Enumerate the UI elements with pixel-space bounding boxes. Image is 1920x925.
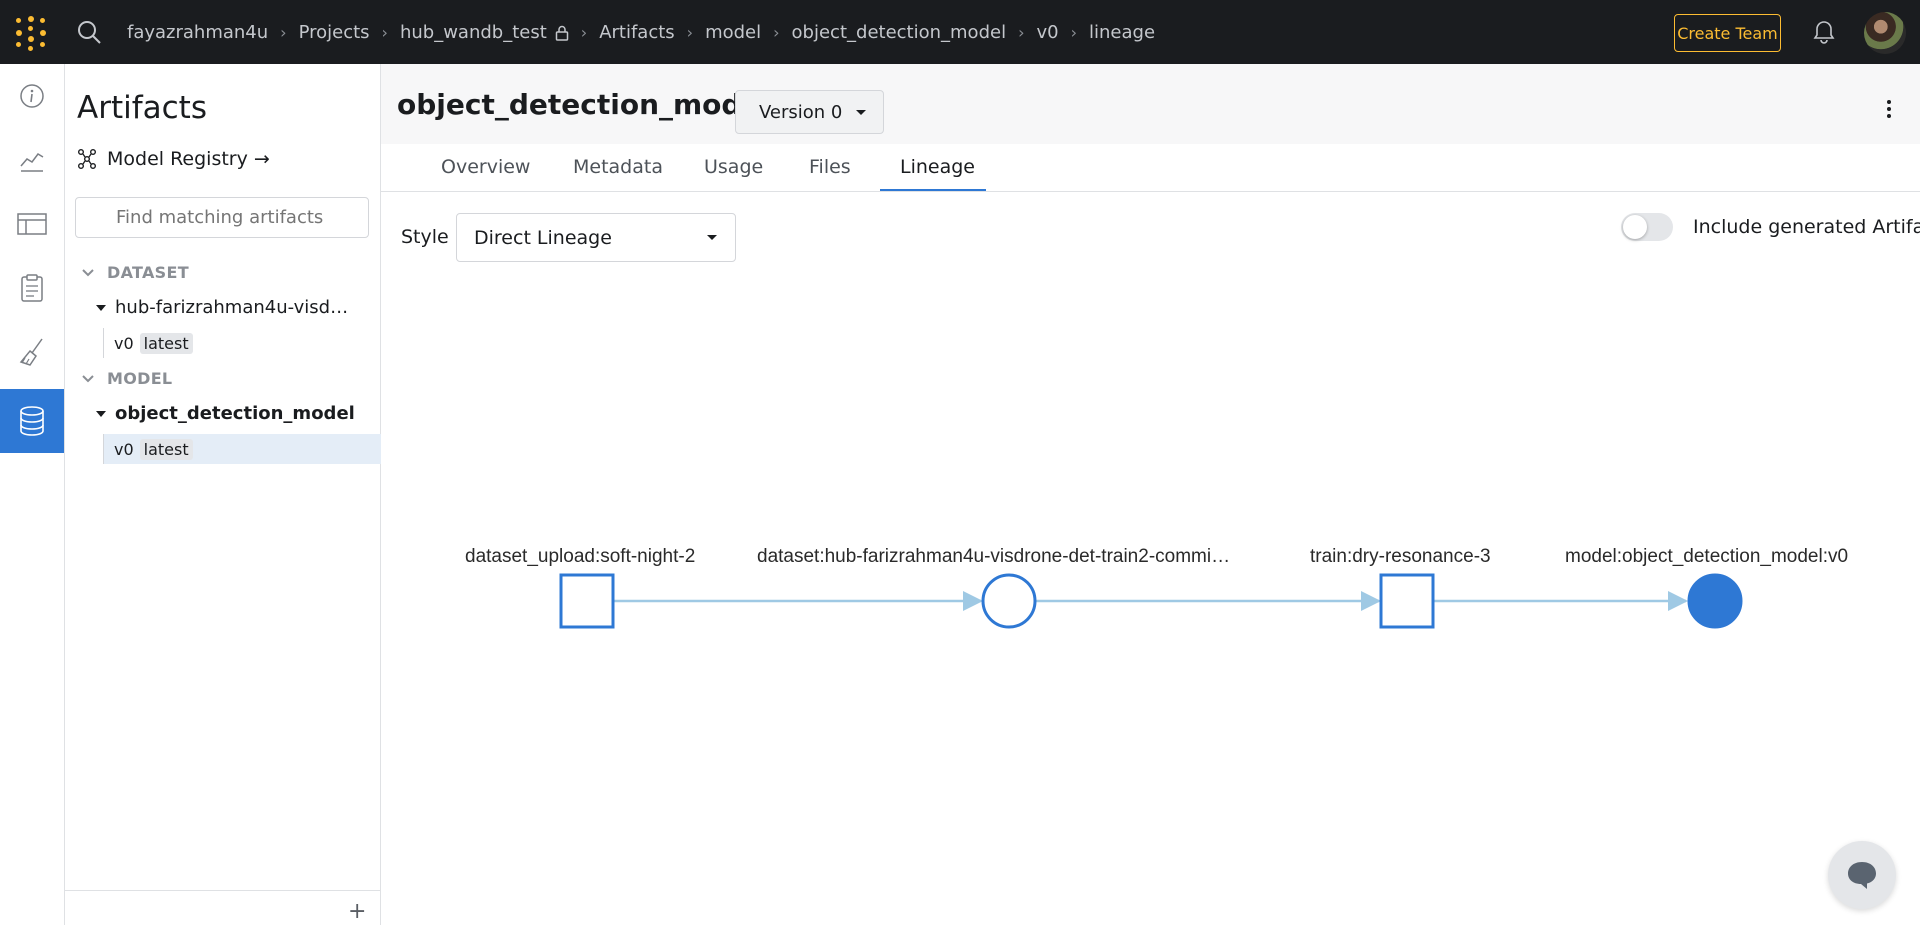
support-chat-button[interactable] xyxy=(1828,841,1896,909)
rail-reports[interactable] xyxy=(0,256,64,320)
breadcrumb-tab[interactable]: lineage xyxy=(1089,22,1155,43)
section-dataset-header[interactable]: DATASET xyxy=(81,263,189,282)
rail-charts[interactable] xyxy=(0,128,64,192)
avatar[interactable] xyxy=(1864,12,1906,54)
collection-model[interactable]: object_detection_model xyxy=(95,403,355,424)
alias-tag: latest xyxy=(139,332,193,354)
lineage-node-label[interactable]: train:dry-resonance-3 xyxy=(1310,546,1491,568)
collection-dataset[interactable]: hub-farizrahman4u-visd… xyxy=(95,297,348,318)
tab-usage[interactable]: Usage xyxy=(704,156,763,178)
tab-lineage[interactable]: Lineage xyxy=(900,156,975,178)
info-icon xyxy=(20,84,44,108)
create-team-button[interactable]: Create Team xyxy=(1674,14,1781,52)
include-generated-toggle[interactable] xyxy=(1621,213,1673,241)
version-row-dataset[interactable]: v0 latest xyxy=(103,328,381,358)
table-icon xyxy=(17,213,47,235)
chevron-right-icon: › xyxy=(1018,22,1025,42)
tab-overview[interactable]: Overview xyxy=(441,156,530,178)
artifact-search-input[interactable] xyxy=(75,197,369,238)
breadcrumb-version[interactable]: v0 xyxy=(1036,22,1058,43)
caret-down-icon xyxy=(856,109,867,115)
breadcrumb-type[interactable]: model xyxy=(705,22,761,43)
tab-metadata[interactable]: Metadata xyxy=(573,156,663,178)
breadcrumb-project[interactable]: hub_wandb_test xyxy=(400,22,569,43)
version-dropdown[interactable]: Version 0 xyxy=(735,90,884,134)
version-dropdown-label: Version 0 xyxy=(759,101,843,123)
breadcrumb-artifact[interactable]: object_detection_model xyxy=(792,22,1007,43)
run-node-dataset-upload[interactable] xyxy=(559,573,615,629)
caret-down-icon xyxy=(96,304,106,311)
chevron-right-icon: › xyxy=(280,22,287,42)
chevron-right-icon: › xyxy=(381,22,388,42)
lineage-graph-canvas xyxy=(559,573,1743,629)
page-title: object_detection_model xyxy=(397,88,771,121)
collection-model-label: object_detection_model xyxy=(115,403,355,424)
include-generated-label: Include generated Artifacts xyxy=(1693,216,1920,238)
lineage-node-label[interactable]: dataset_upload:soft-night-2 xyxy=(465,546,695,568)
bell-icon[interactable] xyxy=(1810,18,1838,46)
chevron-down-icon xyxy=(82,374,94,382)
more-options-icon[interactable] xyxy=(1881,97,1897,123)
model-registry-link[interactable]: Model Registry → xyxy=(77,148,270,170)
section-model-label: MODEL xyxy=(107,369,173,388)
artifacts-sidebar: Artifacts Model Registry → DATASET hub-f… xyxy=(65,64,381,925)
collection-dataset-label: hub-farizrahman4u-visd… xyxy=(115,297,349,318)
section-dataset-label: DATASET xyxy=(107,263,189,282)
lineage-node-label[interactable]: model:object_detection_model:v0 xyxy=(1565,546,1848,568)
top-navbar: fayazrahman4u › Projects › hub_wandb_tes… xyxy=(0,0,1920,64)
chevron-right-icon: › xyxy=(580,22,588,42)
caret-down-icon xyxy=(96,410,106,417)
artifact-node-dataset[interactable] xyxy=(981,573,1037,629)
artifact-node-model-current[interactable] xyxy=(1687,573,1743,629)
rail-overview[interactable] xyxy=(0,64,64,128)
section-model-header[interactable]: MODEL xyxy=(81,369,172,388)
chat-bubble-icon xyxy=(1848,862,1876,889)
left-icon-rail xyxy=(0,64,65,925)
alias-tag: latest xyxy=(139,438,193,460)
breadcrumb-artifacts[interactable]: Artifacts xyxy=(599,22,674,43)
lineage-style-select[interactable]: Direct Lineage xyxy=(456,213,736,262)
artifact-header: object_detection_model Version 0 xyxy=(381,64,1920,144)
breadcrumb-user[interactable]: fayazrahman4u xyxy=(127,22,268,43)
version-label: v0 xyxy=(114,333,134,353)
line-chart-icon xyxy=(20,153,44,172)
version-label: v0 xyxy=(114,439,134,459)
sidebar-title: Artifacts xyxy=(77,90,207,126)
rail-sweeps[interactable] xyxy=(0,320,64,384)
lineage-graph: dataset_upload:soft-night-2 dataset:hub-… xyxy=(381,262,1920,925)
rail-table[interactable] xyxy=(0,192,64,256)
wandb-logo-icon[interactable] xyxy=(14,16,48,51)
add-icon[interactable]: + xyxy=(348,899,366,924)
chevron-right-icon: › xyxy=(773,22,780,42)
lineage-node-label[interactable]: dataset:hub-farizrahman4u-visdrone-det-t… xyxy=(757,546,1230,568)
artifact-tabs: Overview Metadata Usage Files Lineage xyxy=(381,144,1920,192)
active-tab-indicator xyxy=(880,189,986,191)
rail-artifacts[interactable] xyxy=(0,389,64,453)
search-icon[interactable] xyxy=(76,19,102,45)
chevron-down-icon xyxy=(82,268,94,276)
run-node-train[interactable] xyxy=(1379,573,1435,629)
breadcrumb-projects[interactable]: Projects xyxy=(299,22,370,43)
breadcrumb: fayazrahman4u › Projects › hub_wandb_tes… xyxy=(127,0,1155,64)
lock-icon xyxy=(555,25,569,41)
sidebar-footer: + xyxy=(65,890,381,925)
tab-files[interactable]: Files xyxy=(809,156,851,178)
model-registry-label: Model Registry → xyxy=(107,148,270,170)
lineage-style-value: Direct Lineage xyxy=(474,226,612,249)
version-row-model[interactable]: v0 latest xyxy=(103,434,381,464)
toggle-knob xyxy=(1623,215,1647,239)
clipboard-icon xyxy=(21,274,43,302)
chevron-right-icon: › xyxy=(1070,22,1077,42)
database-icon xyxy=(20,406,44,436)
network-icon xyxy=(78,149,96,169)
breadcrumb-project-label: hub_wandb_test xyxy=(399,21,547,43)
caret-down-icon xyxy=(707,235,717,240)
style-label: Style xyxy=(401,226,449,248)
chevron-right-icon: › xyxy=(686,22,694,42)
broom-icon xyxy=(19,338,43,366)
